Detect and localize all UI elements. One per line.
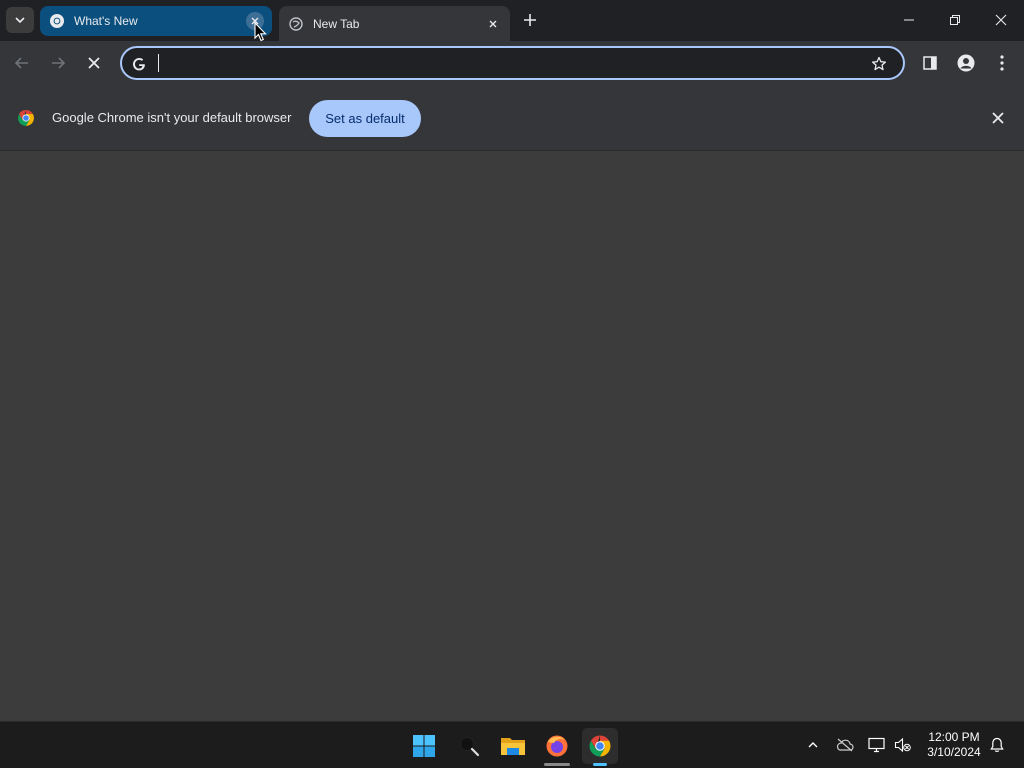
windows-logo-icon	[413, 735, 435, 757]
back-button[interactable]	[8, 49, 36, 77]
profile-button[interactable]	[952, 49, 980, 77]
mouse-cursor-icon	[254, 22, 267, 42]
more-vert-icon	[1000, 55, 1004, 71]
close-icon	[995, 14, 1007, 26]
address-bar[interactable]	[120, 46, 905, 80]
tab-whats-new[interactable]: What's New	[40, 6, 272, 36]
page-content	[0, 151, 1024, 721]
close-icon	[88, 57, 100, 69]
side-panel-icon	[923, 56, 937, 70]
show-hidden-icons-button[interactable]	[802, 734, 824, 756]
forward-button[interactable]	[44, 49, 72, 77]
text-caret	[158, 54, 159, 72]
close-tab-button[interactable]	[484, 15, 502, 33]
clock-date: 3/10/2024	[927, 745, 981, 759]
close-icon	[489, 20, 497, 27]
taskbar: 12:00 PM 3/10/2024	[0, 721, 1024, 768]
network-tray-button[interactable]	[866, 734, 888, 756]
chrome-icon	[589, 735, 611, 757]
tab-strip: What's New New Tab	[0, 0, 1024, 41]
close-icon	[992, 112, 1004, 124]
restore-icon	[950, 15, 960, 25]
new-tab-button[interactable]	[520, 10, 540, 30]
chevron-down-icon	[15, 17, 25, 24]
firefox-button[interactable]	[539, 728, 575, 766]
set-as-default-button[interactable]: Set as default	[309, 100, 421, 137]
clock-time: 12:00 PM	[928, 730, 980, 744]
taskbar-search-button[interactable]	[451, 728, 487, 764]
minimize-button[interactable]	[886, 0, 932, 40]
network-icon	[868, 737, 885, 753]
notifications-button[interactable]	[986, 734, 1008, 756]
profile-icon	[957, 54, 975, 72]
chrome-icon	[49, 13, 65, 29]
volume-tray-button[interactable]	[892, 734, 914, 756]
tab-title: New Tab	[313, 16, 360, 31]
default-browser-infobar: Google Chrome isn't your default browser…	[0, 86, 1024, 151]
tab-new-tab[interactable]: New Tab	[279, 6, 510, 41]
firefox-icon	[546, 735, 568, 757]
side-panel-button[interactable]	[916, 49, 944, 77]
running-indicator	[544, 763, 570, 766]
cloud-off-icon	[836, 738, 854, 752]
file-explorer-button[interactable]	[495, 728, 531, 764]
stop-loading-button[interactable]	[80, 49, 108, 77]
chrome-taskbar-button[interactable]	[582, 728, 618, 766]
infobar-message: Google Chrome isn't your default browser	[52, 110, 292, 125]
close-infobar-button[interactable]	[990, 110, 1006, 126]
loading-globe-icon	[288, 16, 304, 32]
chrome-logo-icon	[17, 109, 35, 127]
tab-title: What's New	[74, 14, 138, 28]
active-indicator	[593, 763, 607, 766]
search-icon	[460, 737, 480, 757]
onedrive-tray-button[interactable]	[834, 734, 856, 756]
bell-icon	[990, 737, 1004, 752]
bookmark-star-button[interactable]	[869, 54, 889, 74]
folder-icon	[501, 738, 525, 755]
arrow-right-icon	[52, 57, 66, 69]
system-clock[interactable]: 12:00 PM 3/10/2024	[918, 730, 990, 760]
menu-button[interactable]	[988, 49, 1016, 77]
toolbar	[0, 41, 1024, 86]
arrow-left-icon	[14, 57, 28, 69]
volume-muted-icon	[894, 737, 911, 753]
address-input[interactable]	[156, 51, 856, 75]
start-button[interactable]	[406, 728, 442, 764]
close-window-button[interactable]	[978, 0, 1024, 40]
chevron-up-icon	[808, 742, 818, 748]
google-g-icon	[130, 55, 148, 73]
restore-button[interactable]	[932, 0, 978, 40]
plus-icon	[524, 14, 536, 26]
tab-search-button[interactable]	[6, 7, 34, 33]
star-icon	[871, 56, 887, 71]
minimize-icon	[904, 19, 914, 21]
